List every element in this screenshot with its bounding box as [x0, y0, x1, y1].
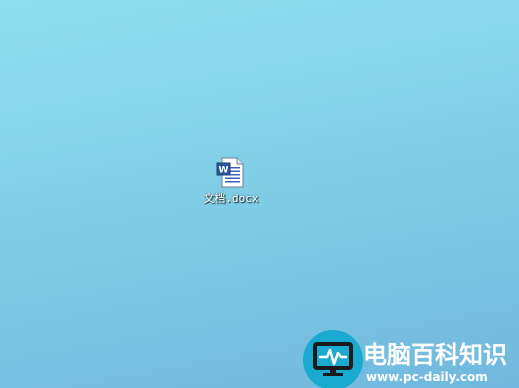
site-watermark: 电脑百科知识 www.pc-daily.com — [303, 328, 519, 388]
watermark-badge — [303, 330, 363, 388]
word-document-icon: W — [215, 157, 247, 189]
watermark-title: 电脑百科知识 — [363, 341, 507, 369]
watermark-url: www.pc-daily.com — [366, 370, 488, 384]
desktop-item-document[interactable]: W 文档.docx — [196, 154, 266, 210]
desktop[interactable]: W 文档.docx 电脑百科知识 www.pc-daily.com — [0, 0, 519, 388]
svg-text:W: W — [219, 166, 229, 176]
desktop-item-label: 文档.docx — [203, 192, 259, 205]
